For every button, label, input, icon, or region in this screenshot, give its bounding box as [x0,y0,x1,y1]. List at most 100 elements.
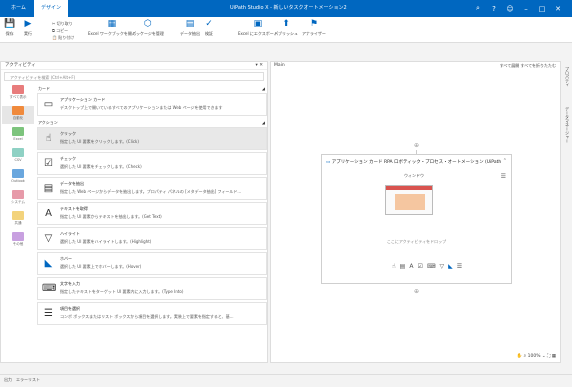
highlight-icon: ▽ [44,233,53,244]
category-swatch [12,211,24,220]
paste-button[interactable]: 📋 貼り付け [52,34,74,41]
highlight-icon[interactable]: ▽ [440,263,449,270]
section-card[interactable]: カード ◢ [37,84,267,93]
category-common[interactable]: 共通 [2,211,34,229]
check-button[interactable]: ✓ 検証 [205,19,213,37]
category-swatch [12,85,24,94]
category-automation[interactable]: 自動化 [2,106,34,124]
search-icon[interactable]: ⌕ [470,4,486,13]
ribbon: 💾 保存 ▶ 実行 ✂ 切り取り ⧉ コピー 📋 貼り付け ▦ Excel ワークブッ… [0,17,572,43]
category-csv[interactable]: CSV [2,148,34,166]
checkbox-icon[interactable]: ☑ [417,263,426,270]
save-button[interactable]: 💾 保存 [4,19,15,37]
category-swatch [12,232,24,241]
keyboard-icon[interactable]: ⌨ [427,263,440,270]
collapse-icon: ◢ [261,120,265,125]
fit-screen-icon[interactable]: ⛶ [547,354,550,359]
activities-search-input[interactable]: アクティビティを検索 (Ctrl+Alt+F) [4,72,264,81]
data-extract-button[interactable]: ▤ データ抽出 [180,19,200,37]
checkbox-icon: ☑ [44,158,53,169]
hover-icon: ◣ [44,258,53,269]
hand-icon[interactable]: ✋ [517,354,523,359]
publish-button[interactable]: ⬆ パブリッシュ [274,19,298,37]
clipboard-group: ✂ 切り取り ⧉ コピー 📋 貼り付け [52,20,74,41]
run-button[interactable]: ▶ 実行 [24,19,32,37]
add-activity-icon[interactable]: ⊕ [414,288,419,295]
thumbnail-image [395,194,425,210]
activity-click[interactable]: ☝ クリック 指定した UI 要素をクリックします。(Click) [37,127,267,150]
manage-packages-button[interactable]: ⬡ パッケージを管理 [132,19,164,37]
activity-hover[interactable]: ◣ ホバー 選択した UI 要素上でホバーします。(Hover) [37,252,267,275]
section-actions[interactable]: アクション ◢ [37,118,267,127]
excel-open-button[interactable]: ▦ Excel ワークブックを開く [88,19,136,37]
status-bar[interactable]: 出力 エラーリスト [0,374,572,387]
upload-icon: ⬆ [282,19,290,29]
table-icon: ▤ [43,183,54,194]
category-swatch [12,127,24,136]
category-excel[interactable]: Excel [2,127,34,145]
drop-zone[interactable]: ここにアクティビティをドロップ [322,239,511,245]
collapse-all-link[interactable]: すべてを折りたたむ [521,63,556,68]
expand-all-link[interactable]: すべて展開 [500,63,520,68]
export-icon: ▣ [253,19,263,29]
hover-icon[interactable]: ◣ [448,263,457,270]
category-outlook[interactable]: Outlook [2,169,34,187]
cut-button[interactable]: ✂ 切り取り [52,20,74,27]
window-label: ウィンドウ [404,173,424,178]
application-card[interactable]: ▭ アプリケーション カード RPA ロボティック・プロセス・オートメーション … [321,154,512,284]
thumbnail-header [386,186,432,190]
activity-select-item[interactable]: ☰ 項目を選択 コンボ ボックスまたはリスト ボックスから項目を選択します。実装… [37,302,267,325]
activity-application-card[interactable]: ▭ アプリケーション カード デスクトップ上で開いているすべてのアプリケーション… [37,93,267,116]
properties-tab[interactable]: プロパティ [564,67,570,87]
close-icon[interactable]: ✕ [550,5,566,13]
table-icon: ▤ [185,19,195,29]
chevron-down-icon[interactable]: ⌄ [542,354,546,359]
tab-home[interactable]: ホーム [4,0,33,17]
activity-type-into[interactable]: ⌨ 文字を入力 指定したテキストをターゲット UI 要素内に入力します。(Typ… [37,277,267,300]
category-system[interactable]: システム [2,190,34,208]
window-icon: ▭ [326,160,331,165]
activity-get-text[interactable]: A テキストを取得 指定した UI 要素からテキストを抽出します。(Get Te… [37,202,267,225]
pin-icon[interactable]: ▾ ✕ [256,62,263,70]
keyboard-icon: ⌨ [42,283,57,294]
maximize-icon[interactable]: □ [534,5,550,13]
list-icon: ☰ [44,308,53,319]
minimize-icon[interactable]: – [518,5,534,13]
search-icon[interactable]: ⌕ [524,354,527,359]
breadcrumb-main[interactable]: Main [274,63,285,68]
activities-panel: アクティビティ ▾ ✕ アクティビティを検索 (Ctrl+Alt+F) すべて表… [0,61,268,363]
activities-list: カード ◢ ▭ アプリケーション カード デスクトップ上で開いているすべてのアプリ… [37,84,267,327]
analyze-button[interactable]: ⚑ アナライザー [302,19,326,37]
window-icon: ▭ [43,99,54,110]
designer-canvas[interactable]: Main すべて展開 すべてを折りたたむ ⊕ ⊕ ▭ アプリケーション カード … [270,61,561,363]
save-icon: 💾 [4,19,16,29]
account-icon[interactable]: ☺ [502,5,518,13]
click-icon[interactable]: ☝ [392,263,400,270]
excel-export-button[interactable]: ▣ Excel にエクスポート [238,19,278,37]
window-thumbnail[interactable] [385,185,433,215]
collapse-icon: ◢ [261,86,265,91]
activity-extract-data[interactable]: ▤ データを抽出 指定した Web ページからデータを抽出します。プロパティ パ… [37,177,267,200]
excel-icon: ▦ [107,19,117,29]
category-swatch [12,148,24,157]
activity-highlight[interactable]: ▽ ハイライト 選択した UI 要素をハイライトします。(Highlight) [37,227,267,250]
flag-icon: ⚑ [309,19,318,29]
zoom-level[interactable]: 100% [528,354,541,359]
data-manager-tab[interactable]: データマネージャー [564,107,570,143]
list-icon[interactable]: ☰ [457,263,466,270]
category-all[interactable]: すべて表示 [2,85,34,103]
table-icon[interactable]: ▤ [400,263,410,270]
category-other[interactable]: その他 [2,232,34,250]
copy-button[interactable]: ⧉ コピー [52,27,74,34]
help-icon[interactable]: ? [486,5,502,13]
window-title: UiPath Studio X - 新しいタスクオートメーション2 [230,5,347,11]
tab-design[interactable]: デザイン [34,0,69,17]
check-circle-icon: ✓ [205,19,213,29]
side-panel-tabs: プロパティ データマネージャー [562,61,572,363]
activity-check[interactable]: ☑ チェック 選択した UI 要素をチェックします。(Check) [37,152,267,175]
overview-icon[interactable]: ▦ [552,354,556,359]
collapse-card-icon[interactable]: ⌃ [503,158,507,164]
card-menu-icon[interactable]: ☰ [501,173,506,180]
text-icon: A [45,208,52,219]
add-activity-icon[interactable]: ⊕ [414,142,419,149]
